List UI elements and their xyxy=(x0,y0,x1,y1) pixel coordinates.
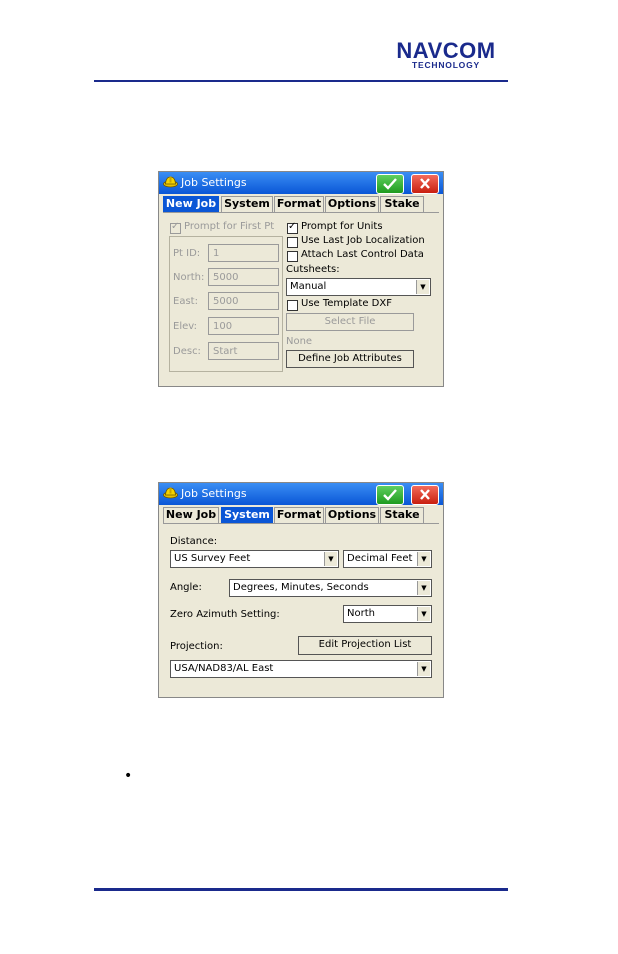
angle-label: Angle: xyxy=(170,582,202,593)
job-settings-dialog-system: Job Settings New Job System Format Optio… xyxy=(158,482,444,698)
attach-control-checkbox[interactable] xyxy=(287,251,298,262)
dialog-title: Job Settings xyxy=(181,487,247,500)
distance-units-select[interactable]: US Survey Feet ▼ xyxy=(170,550,339,568)
hardhat-icon xyxy=(163,176,178,188)
elev-label: Elev: xyxy=(173,321,197,332)
close-x-icon xyxy=(420,489,430,500)
company-logo: NAVCOM xyxy=(396,38,496,63)
prompt-first-pt-checkbox[interactable]: ✓ xyxy=(170,221,181,234)
footer-rule xyxy=(94,888,508,891)
projection-select[interactable]: USA/NAD83/AL East ▼ xyxy=(170,660,432,678)
tab-stake[interactable]: Stake xyxy=(380,196,424,212)
distance-label: Distance: xyxy=(170,536,218,547)
elev-field[interactable]: 100 xyxy=(208,317,279,335)
dialog-title: Job Settings xyxy=(181,176,247,189)
north-field[interactable]: 5000 xyxy=(208,268,279,286)
angle-value: Degrees, Minutes, Seconds xyxy=(233,582,369,593)
angle-select[interactable]: Degrees, Minutes, Seconds ▼ xyxy=(229,579,432,597)
use-last-job-checkbox[interactable] xyxy=(287,237,298,248)
tab-options[interactable]: Options xyxy=(325,507,379,523)
cutsheets-label: Cutsheets: xyxy=(286,264,340,275)
edit-projection-list-button[interactable]: Edit Projection List xyxy=(298,636,432,655)
tab-options[interactable]: Options xyxy=(325,196,379,212)
none-text: None xyxy=(286,336,313,347)
chevron-down-icon[interactable]: ▼ xyxy=(324,552,337,566)
cutsheets-value: Manual xyxy=(290,281,327,292)
prompt-first-pt-label: Prompt for First Pt xyxy=(184,221,275,232)
zero-azimuth-label: Zero Azimuth Setting: xyxy=(170,609,280,620)
east-label: East: xyxy=(173,296,198,307)
chevron-down-icon[interactable]: ▼ xyxy=(417,662,430,676)
east-field[interactable]: 5000 xyxy=(208,292,279,310)
cutsheets-select[interactable]: Manual ▼ xyxy=(286,278,431,296)
use-template-checkbox[interactable] xyxy=(287,300,298,311)
define-job-attributes-button[interactable]: Define Job Attributes xyxy=(286,350,414,368)
tab-stake[interactable]: Stake xyxy=(380,507,424,523)
close-x-icon xyxy=(420,178,430,189)
chevron-down-icon[interactable]: ▼ xyxy=(417,552,430,566)
ok-button[interactable] xyxy=(376,174,404,194)
checkmark-icon xyxy=(383,178,397,190)
use-template-label: Use Template DXF xyxy=(301,298,392,309)
title-bar: Job Settings xyxy=(159,483,443,505)
ok-button[interactable] xyxy=(376,485,404,505)
projection-label: Projection: xyxy=(170,641,223,652)
chevron-down-icon[interactable]: ▼ xyxy=(417,581,430,595)
prompt-units-checkbox[interactable]: ✓ xyxy=(287,221,298,234)
distance-format-select[interactable]: Decimal Feet ▼ xyxy=(343,550,432,568)
hardhat-icon xyxy=(163,487,178,499)
select-file-button[interactable]: Select File xyxy=(286,313,414,331)
chevron-down-icon[interactable]: ▼ xyxy=(416,280,429,294)
zero-azimuth-select[interactable]: North ▼ xyxy=(343,605,432,623)
checkmark-icon xyxy=(383,489,397,501)
tab-new-job[interactable]: New Job xyxy=(163,507,219,523)
chevron-down-icon[interactable]: ▼ xyxy=(417,607,430,621)
checkmark-icon: ✓ xyxy=(288,221,297,232)
tab-format[interactable]: Format xyxy=(274,196,324,212)
distance-format-value: Decimal Feet xyxy=(347,553,413,564)
north-label: North: xyxy=(173,272,205,283)
close-button[interactable] xyxy=(411,485,439,505)
tab-pane-border xyxy=(163,212,439,213)
projection-value: USA/NAD83/AL East xyxy=(174,663,274,674)
bullet-point: • xyxy=(124,768,133,784)
desc-label: Desc: xyxy=(173,346,201,357)
desc-field[interactable]: Start xyxy=(208,342,279,360)
title-bar: Job Settings xyxy=(159,172,443,194)
zero-azimuth-value: North xyxy=(347,608,375,619)
tab-pane-border xyxy=(163,523,439,524)
tab-system[interactable]: System xyxy=(221,196,273,212)
distance-units-value: US Survey Feet xyxy=(174,553,251,564)
close-button[interactable] xyxy=(411,174,439,194)
company-logo-subtitle: TECHNOLOGY xyxy=(412,60,480,70)
header-rule xyxy=(94,80,508,82)
tab-system[interactable]: System xyxy=(221,507,273,523)
use-last-job-label: Use Last Job Localization xyxy=(301,235,425,246)
tab-format[interactable]: Format xyxy=(274,507,324,523)
job-settings-dialog-new-job: Job Settings New Job System Format Optio… xyxy=(158,171,444,387)
tab-new-job[interactable]: New Job xyxy=(163,196,219,212)
pt-id-field[interactable]: 1 xyxy=(208,244,279,262)
attach-control-label: Attach Last Control Data xyxy=(301,249,424,260)
prompt-units-label: Prompt for Units xyxy=(301,221,383,232)
checkmark-icon: ✓ xyxy=(171,221,180,232)
pt-id-label: Pt ID: xyxy=(173,248,201,259)
